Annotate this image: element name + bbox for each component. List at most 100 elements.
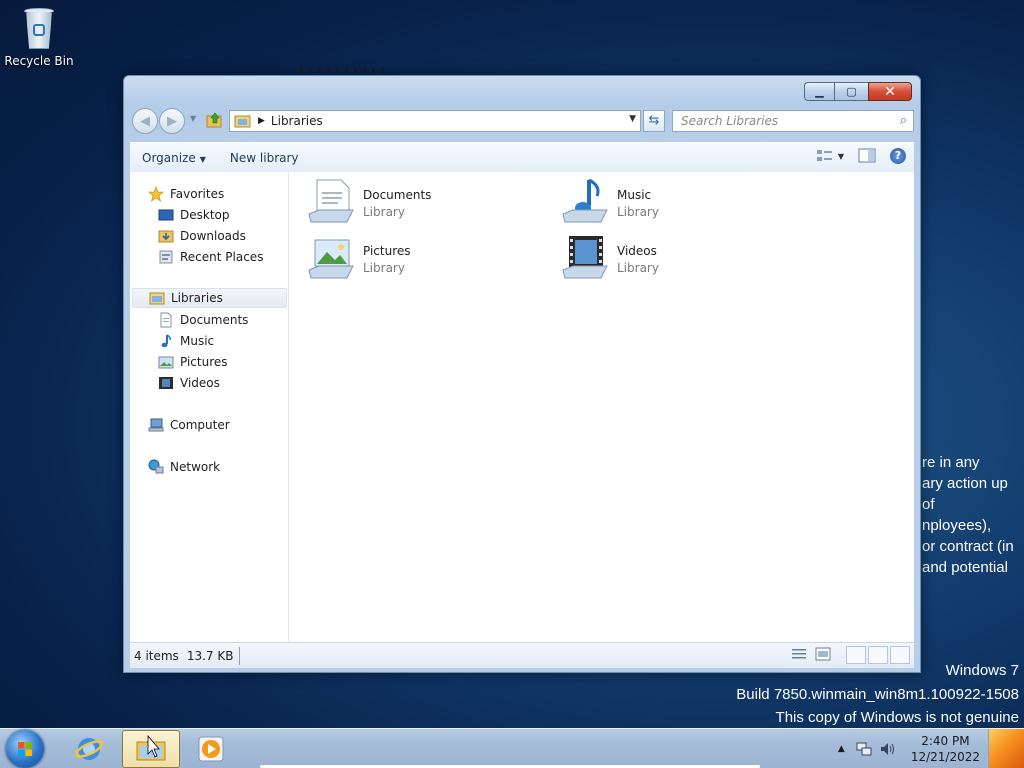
address-bar[interactable]: ▶ Libraries ▼	[229, 110, 641, 132]
libraries-icon	[234, 115, 251, 128]
view-options-icon	[816, 150, 832, 161]
details-view-icon[interactable]	[790, 646, 808, 662]
nav-music-label: Music	[180, 334, 215, 348]
clock-date: 12/21/2022	[910, 750, 980, 764]
desktop-icon	[158, 209, 174, 221]
library-type: Library	[363, 205, 405, 219]
nav-libraries[interactable]: Libraries	[132, 288, 287, 308]
nav-network[interactable]: Network	[148, 457, 220, 477]
volume-icon[interactable]	[879, 741, 897, 757]
taskbar-internet-explorer[interactable]	[60, 730, 118, 768]
nav-favorites[interactable]: Favorites	[148, 184, 224, 204]
maximize-button[interactable]: ▢	[834, 82, 868, 101]
up-folder-icon[interactable]	[206, 111, 224, 129]
system-tray: ▲ 2:40 PM 12/21/2022	[838, 729, 1024, 768]
star-icon	[148, 186, 164, 202]
nav-favorites-label: Favorites	[170, 187, 225, 201]
search-icon: ⌕	[899, 113, 907, 128]
library-name: Videos	[617, 244, 657, 258]
new-library-button[interactable]: New library	[218, 151, 311, 165]
nav-desktop[interactable]: Desktop	[158, 205, 230, 225]
background-artifact	[300, 67, 390, 73]
minimize-button[interactable]: ▁	[804, 82, 834, 101]
address-dropdown-icon[interactable]: ▼	[629, 114, 636, 124]
network-icon	[148, 459, 164, 474]
start-button[interactable]	[6, 730, 44, 768]
libraries-icon	[149, 292, 165, 305]
nav-videos-label: Videos	[180, 376, 220, 390]
content-area: Favorites Desktop Downloads Recent Place…	[130, 172, 914, 642]
network-status-icon[interactable]	[855, 741, 873, 757]
eula-line: and potential	[922, 559, 1008, 576]
nav-downloads[interactable]: Downloads	[158, 226, 246, 246]
close-button[interactable]: ✕	[868, 82, 912, 101]
recent-pages-dropdown-icon[interactable]: ▼	[190, 114, 196, 123]
nav-downloads-label: Downloads	[180, 229, 246, 243]
library-item-videos[interactable]: Videos Library	[561, 234, 659, 280]
forward-button[interactable]: ▶	[159, 108, 185, 134]
eula-line: ary action up	[922, 475, 1008, 492]
library-item-music[interactable]: Music Library	[561, 178, 659, 224]
eula-line: nployees),	[922, 517, 992, 534]
videos-library-icon	[562, 236, 608, 279]
back-arrow-icon: ◀	[140, 114, 150, 129]
help-icon[interactable]: ?	[890, 148, 906, 164]
eula-line: or contract (in	[922, 538, 1014, 555]
watermark-genuine: This copy of Windows is not genuine	[775, 709, 1019, 726]
breadcrumb-libraries[interactable]: Libraries	[271, 114, 323, 128]
back-forward: ◀ ▶	[132, 108, 188, 134]
layout-button-2[interactable]	[868, 646, 888, 664]
media-player-icon	[198, 736, 224, 762]
nav-libraries-label: Libraries	[171, 291, 223, 305]
change-view-button[interactable]: ▼	[816, 149, 844, 163]
library-name: Music	[617, 188, 652, 202]
nav-videos[interactable]: Videos	[158, 373, 220, 393]
status-bar: 4 items 13.7 KB	[130, 642, 914, 668]
nav-computer-label: Computer	[170, 418, 230, 432]
view-controls: ▼ ?	[816, 148, 906, 164]
total-size: 13.7 KB	[186, 648, 234, 663]
search-box[interactable]: Search Libraries ⌕	[672, 110, 914, 132]
music-library-icon	[562, 178, 608, 223]
chevron-down-icon: ▼	[199, 154, 206, 164]
window-controls: ▁ ▢ ✕	[804, 82, 912, 101]
forward-arrow-icon: ▶	[167, 114, 177, 129]
refresh-button[interactable]: ⇆	[643, 110, 665, 132]
taskbar: ▲ 2:40 PM 12/21/2022	[0, 728, 1024, 768]
show-hidden-icons-button[interactable]: ▲	[838, 744, 845, 754]
explorer-window[interactable]: ▁ ▢ ✕ ◀ ▶ ▼ ▶ Libraries ▼ ⇆ Search Libra…	[123, 75, 921, 673]
status-separator	[239, 646, 241, 665]
chevron-down-icon: ▼	[837, 151, 844, 161]
computer-icon	[148, 418, 164, 432]
internet-explorer-icon	[74, 738, 104, 760]
nav-documents[interactable]: Documents	[158, 310, 248, 330]
library-item-pictures[interactable]: Pictures Library	[307, 234, 411, 280]
clock-time: 2:40 PM	[921, 734, 970, 748]
refresh-icon: ⇆	[648, 113, 660, 128]
navigation-pane: Favorites Desktop Downloads Recent Place…	[130, 172, 289, 642]
layout-button-3[interactable]	[890, 646, 910, 664]
large-icons-view-icon[interactable]	[814, 646, 832, 662]
windows-explorer-icon	[136, 734, 166, 761]
library-type: Library	[617, 261, 659, 275]
recycle-bin-label: Recycle Bin	[4, 54, 74, 68]
nav-music[interactable]: Music	[158, 331, 214, 351]
preview-pane-icon[interactable]	[858, 148, 876, 164]
library-type: Library	[617, 205, 659, 219]
back-button[interactable]: ◀	[132, 108, 158, 134]
taskbar-media-player[interactable]	[182, 730, 240, 768]
nav-computer[interactable]: Computer	[148, 415, 230, 435]
nav-pictures[interactable]: Pictures	[158, 352, 228, 372]
layout-button-1[interactable]	[846, 646, 866, 664]
clock[interactable]: 2:40 PM 12/21/2022	[911, 733, 980, 765]
search-input[interactable]: Search Libraries	[681, 114, 778, 128]
taskbar-windows-explorer[interactable]	[122, 730, 180, 768]
windows-logo-icon	[18, 742, 32, 756]
nav-network-label: Network	[170, 460, 221, 474]
show-desktop-button[interactable]	[988, 729, 1024, 768]
status-view-buttons	[790, 646, 910, 664]
recycle-bin[interactable]: Recycle Bin	[4, 6, 74, 68]
nav-recent-places[interactable]: Recent Places	[158, 247, 263, 267]
organize-button[interactable]: Organize ▼	[130, 151, 218, 165]
library-item-documents[interactable]: Documents Library	[307, 178, 431, 224]
